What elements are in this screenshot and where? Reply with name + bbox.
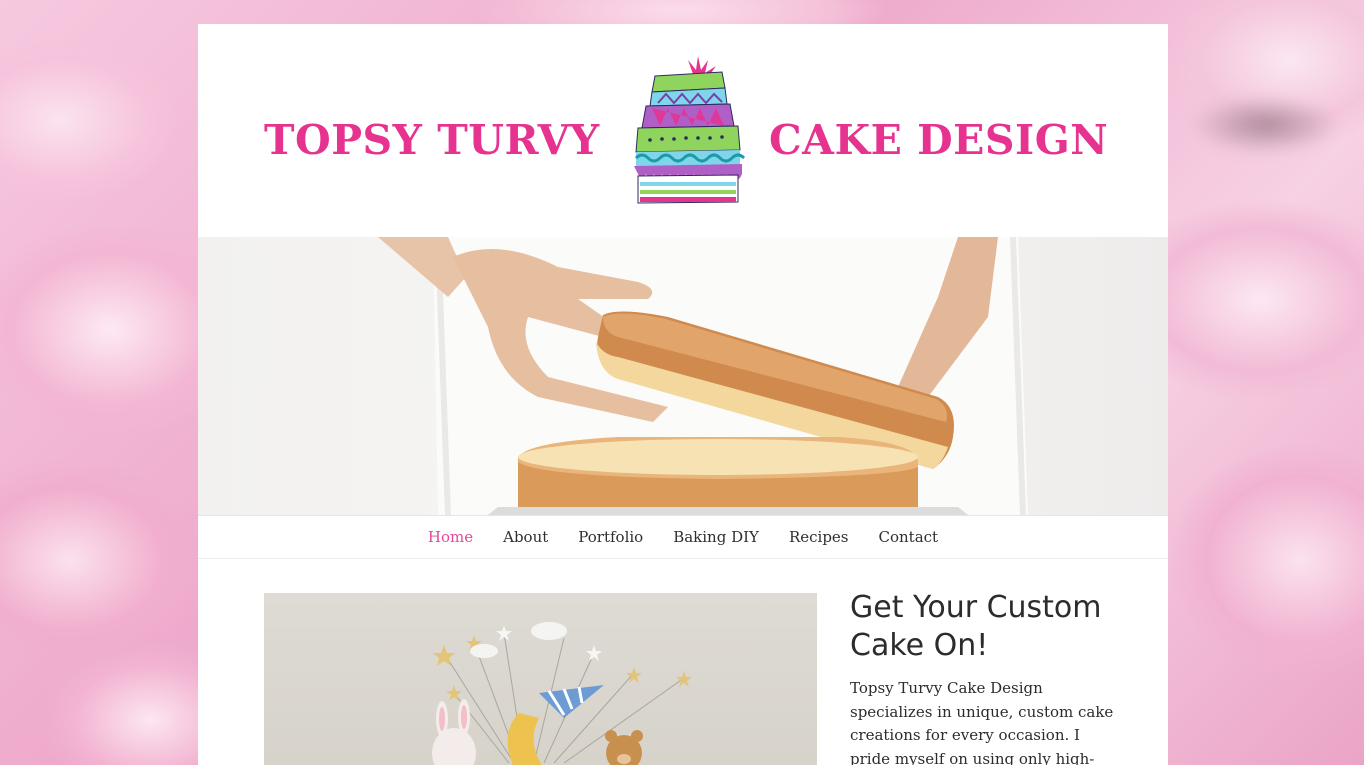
nav-item-portfolio[interactable]: Portfolio <box>578 528 643 546</box>
layered-cake-icon[interactable] <box>630 54 748 210</box>
featured-cake-image[interactable] <box>264 593 817 765</box>
nav-item-about[interactable]: About <box>503 528 548 546</box>
intro-heading: Get Your Custom Cake On! <box>850 590 1102 663</box>
nav-item-recipes[interactable]: Recipes <box>789 528 849 546</box>
site-header: TOPSY TURVY CAKE DESIGN <box>198 24 1168 237</box>
nav-item-home[interactable]: Home <box>428 528 473 546</box>
main-navigation: Home About Portfolio Baking DIY Recipes … <box>198 515 1168 559</box>
hero-image <box>198 237 1168 515</box>
logo-text-left[interactable]: TOPSY TURVY <box>264 116 600 164</box>
intro-section: Get Your Custom Cake On! Topsy Turvy Cak… <box>850 589 1115 765</box>
main-content: Get Your Custom Cake On! Topsy Turvy Cak… <box>198 559 1168 765</box>
nav-item-baking-diy[interactable]: Baking DIY <box>673 528 759 546</box>
page-container: TOPSY TURVY CAKE DESIGN Home About Portf… <box>198 24 1168 765</box>
logo-text-right[interactable]: CAKE DESIGN <box>769 116 1108 164</box>
nav-item-contact[interactable]: Contact <box>879 528 939 546</box>
intro-body: Topsy Turvy Cake Design specializes in u… <box>850 679 1114 765</box>
